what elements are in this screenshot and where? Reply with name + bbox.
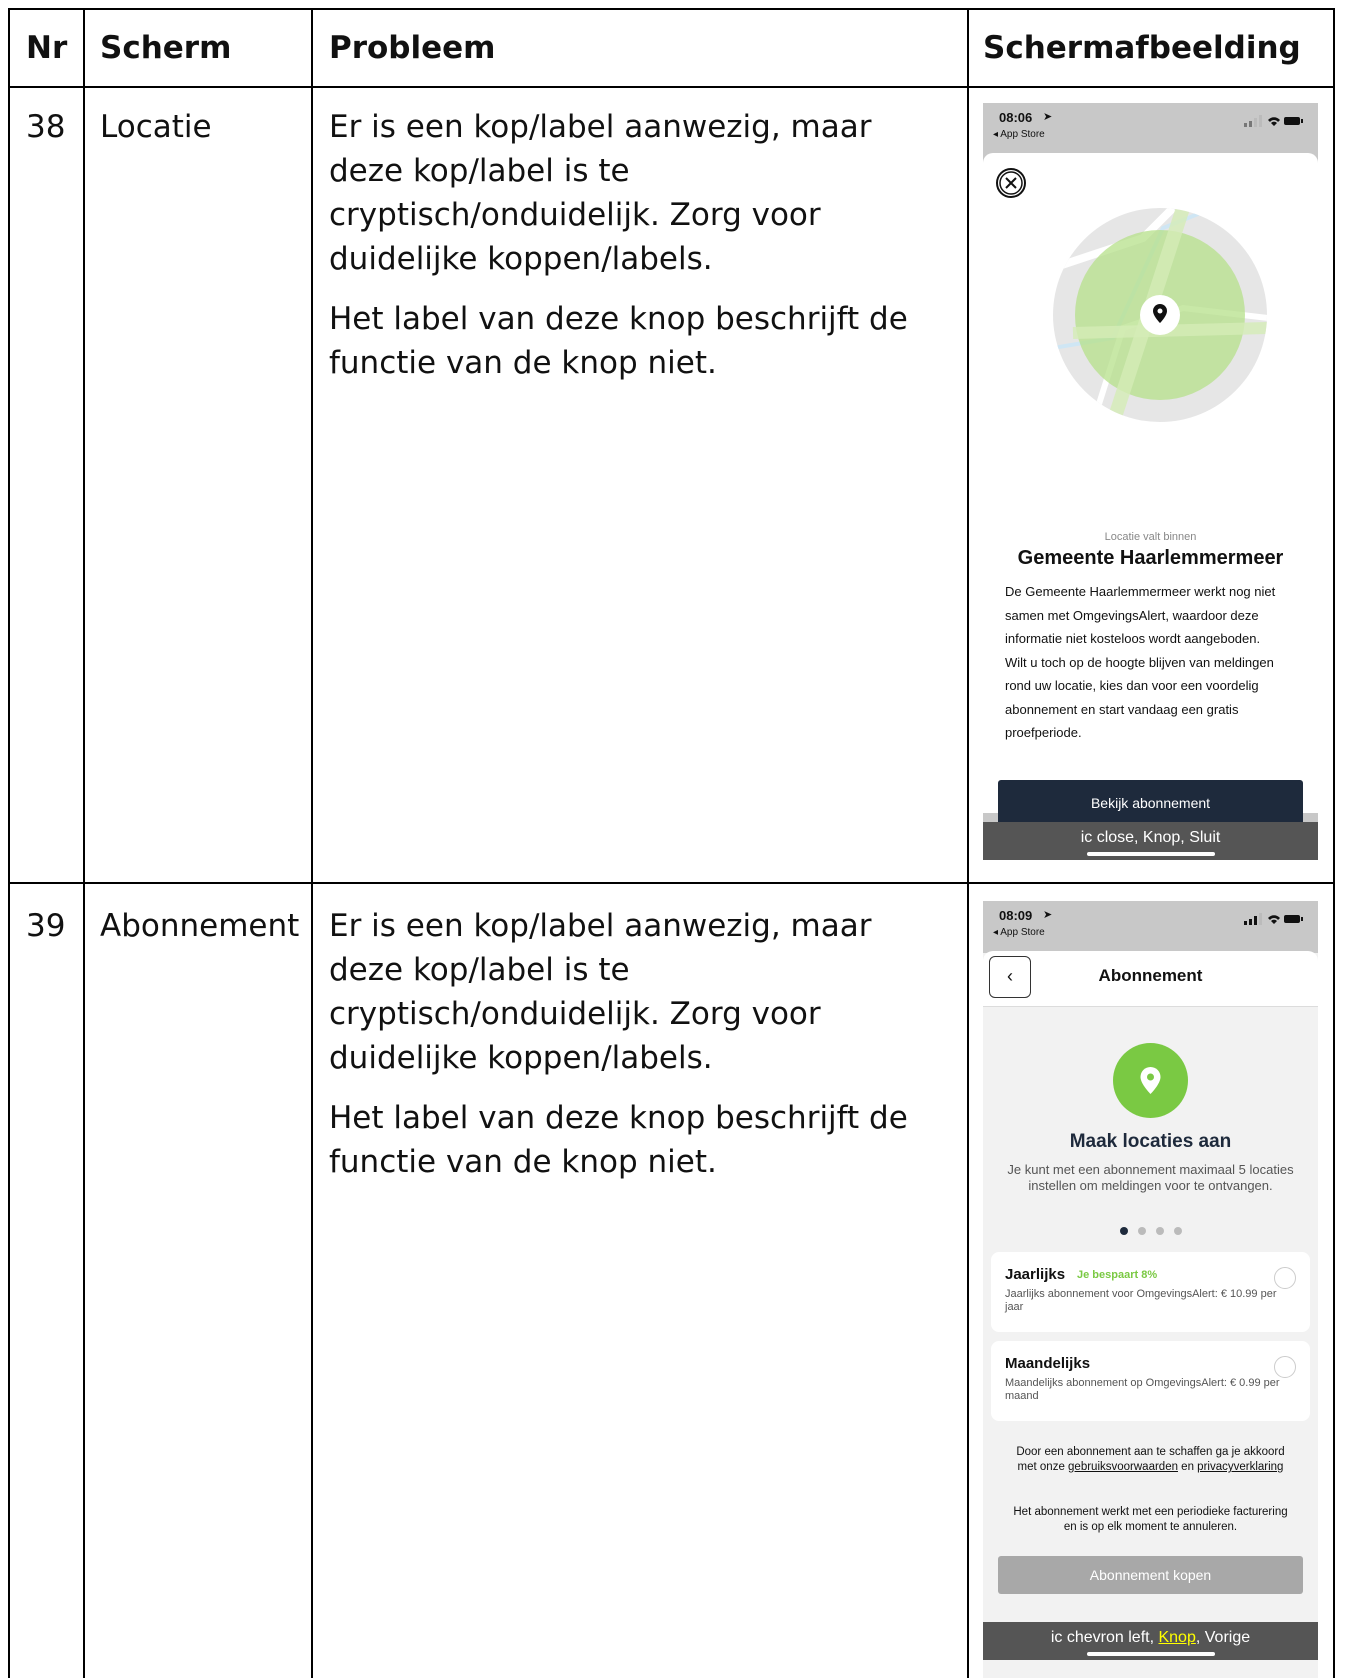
row-38-probleem-p1: Er is een kop/label aanwezig, maar deze … (329, 109, 872, 277)
screenshot-locatie: 08:06 ➤ ◂ App Store Locatie valt binnen … (983, 103, 1318, 860)
caption-post: , Vorige (1195, 1629, 1251, 1646)
billing-text: Het abonnement werkt met een periodieke … (1013, 1506, 1288, 1533)
voiceover-caption: ic close, Knop, Sluit (983, 822, 1318, 860)
header-scherm: Scherm (100, 30, 232, 66)
row-38-scherm: Locatie (100, 109, 212, 145)
table-border-row-divider (8, 882, 1335, 884)
row-39-probleem-p1: Er is een kop/label aanwezig, maar deze … (329, 908, 872, 1076)
option-yearly-radio[interactable] (1274, 1267, 1296, 1289)
intro-text: Je kunt met een abonnement maximaal 5 lo… (1007, 1162, 1294, 1193)
option-yearly-badge: Je bespaart 8% (1077, 1269, 1158, 1281)
view-subscription-button[interactable]: Bekijk abonnement (998, 780, 1303, 826)
location-title: Gemeente Haarlemmermeer (1017, 547, 1284, 569)
terms-link-privacyverklaring[interactable]: privacyverklaring (1197, 1461, 1283, 1473)
subscription-header: ‹ Abonnement (983, 951, 1318, 1007)
option-monthly-title: Maandelijks (1005, 1355, 1091, 1372)
row-38-probleem-p2: Het label van deze knop beschrijft de fu… (329, 301, 908, 381)
location-body: De Gemeente Haarlemmermeer werkt nog nie… (1005, 584, 1276, 740)
app-store-back[interactable]: ◂ App Store (993, 129, 1045, 140)
status-bar: 08:06 ➤ ◂ App Store (983, 103, 1318, 155)
row-39-scherm: Abonnement (100, 908, 300, 944)
home-indicator (1086, 1652, 1215, 1656)
nav-title: Abonnement (1098, 966, 1203, 985)
screenshot-abonnement: 08:09 ➤ ◂ App Store ‹ Abonnement Maak lo… (983, 901, 1318, 1678)
pager-dots (983, 1222, 1318, 1240)
option-monthly-radio[interactable] (1274, 1356, 1296, 1378)
row-39-probleem: Er is een kop/label aanwezig, maar deze … (329, 904, 954, 1200)
voiceover-caption: ic chevron left, Knop, Vorige (983, 1622, 1318, 1660)
table-border-header-bottom (8, 86, 1335, 88)
table-col-divider-2 (311, 8, 313, 1678)
table-col-divider-3 (967, 8, 969, 1678)
option-monthly-desc: Maandelijks abonnement op OmgevingsAlert… (1005, 1377, 1280, 1402)
status-bar: 08:09 ➤ ◂ App Store (983, 901, 1318, 953)
table-col-divider-1 (83, 8, 85, 1678)
status-time: 08:09 (999, 908, 1033, 923)
caption-text: ic chevron left, Knop, Vorige (983, 1629, 1318, 1647)
location-arrow-icon: ➤ (1043, 909, 1053, 921)
terms-mid: en (1177, 1461, 1198, 1473)
caption-text: ic close, Knop, Sluit (1080, 829, 1221, 846)
option-yearly[interactable]: Jaarlijks Je bespaart 8% Jaarlijks abonn… (991, 1252, 1310, 1332)
buy-subscription-button[interactable]: Abonnement kopen (998, 1556, 1303, 1594)
table-border-right (1333, 8, 1335, 1678)
status-time: 08:06 (999, 110, 1033, 125)
option-yearly-desc: Jaarlijks abonnement voor OmgevingsAlert… (1005, 1288, 1277, 1313)
location-arrow-icon: ➤ (1043, 111, 1053, 123)
header-nr: Nr (26, 30, 68, 66)
location-subtitle: Locatie valt binnen (1104, 531, 1197, 543)
caption-pre: ic chevron left, (1050, 1629, 1159, 1646)
location-pin-icon (1113, 1043, 1188, 1118)
home-indicator (1086, 852, 1215, 856)
terms-text: Door een abonnement aan te schaffen ga j… (1008, 1445, 1293, 1475)
header-probleem: Probleem (329, 30, 496, 66)
caption-highlight: Knop (1158, 1629, 1196, 1646)
row-38-nr: 38 (26, 109, 66, 145)
table-border-top (8, 8, 1335, 10)
option-yearly-title: Jaarlijks (1005, 1266, 1066, 1283)
terms-link-gebruiksvoorwaarden[interactable]: gebruiksvoorwaarden (1068, 1461, 1178, 1473)
app-store-back[interactable]: ◂ App Store (993, 927, 1045, 938)
signal-wifi-battery-icon (1244, 115, 1304, 130)
close-icon[interactable] (995, 167, 1027, 199)
row-38-probleem: Er is een kop/label aanwezig, maar deze … (329, 105, 954, 401)
row-39-nr: 39 (26, 908, 66, 944)
location-sheet: Locatie valt binnen Gemeente Haarlemmerm… (983, 153, 1318, 813)
option-monthly[interactable]: Maandelijks Maandelijks abonnement op Om… (991, 1341, 1310, 1421)
row-39-probleem-p2: Het label van deze knop beschrijft de fu… (329, 1100, 908, 1180)
header-schermafbeelding: Schermafbeelding (983, 30, 1301, 66)
location-map (1053, 208, 1268, 423)
table-border-left (8, 8, 10, 1678)
heading: Maak locaties aan (1069, 1131, 1232, 1152)
signal-wifi-battery-icon (1244, 913, 1304, 928)
